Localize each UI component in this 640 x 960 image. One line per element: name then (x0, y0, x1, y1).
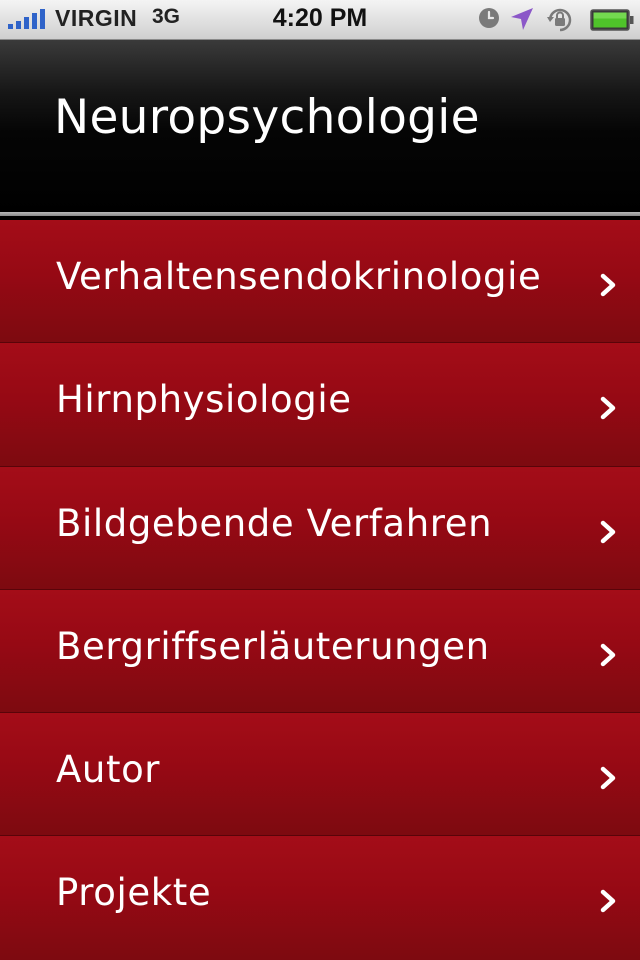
chevron-right-icon (600, 643, 616, 667)
status-bar: VIRGIN 3G 4:20 PM (0, 0, 640, 40)
status-time: 4:20 PM (272, 4, 368, 32)
location-arrow-icon (511, 8, 533, 30)
page-title: Neuropsychologie (54, 90, 480, 145)
chevron-right-icon (600, 520, 616, 543)
menu-item-begriffserlaeuterungen[interactable]: Bergriffserläuterungen (0, 589, 640, 714)
chevron-right-icon (600, 273, 616, 297)
navigation-bar: Neuropsychologie (0, 40, 640, 216)
menu-item-label: Hirnphysiologie (56, 378, 352, 422)
menu-list: Verhaltensendokrinologie Hirnphysiologie… (0, 220, 640, 960)
menu-item-autor[interactable]: Autor (0, 713, 640, 837)
chevron-right-icon (600, 766, 616, 790)
menu-item-label: Bildgebende Verfahren (56, 501, 493, 545)
menu-item-projekte[interactable]: Projekte (0, 836, 640, 960)
orientation-lock-icon (547, 8, 572, 32)
alarm-icon (479, 8, 499, 28)
battery-icon (590, 9, 634, 31)
menu-item-hirnphysiologie[interactable]: Hirnphysiologie (0, 343, 640, 467)
chevron-right-icon (600, 890, 616, 913)
menu-item-label: Bergriffserläuterungen (56, 624, 490, 668)
menu-item-label: Verhaltensendokrinologie (56, 255, 542, 298)
menu-item-label: Autor (56, 748, 161, 792)
menu-item-verhaltensendokrinologie[interactable]: Verhaltensendokrinologie (0, 220, 640, 344)
menu-item-bildgebende-verfahren[interactable]: Bildgebende Verfahren (0, 466, 640, 590)
chevron-right-icon (600, 397, 616, 420)
menu-item-label: Projekte (56, 871, 212, 915)
